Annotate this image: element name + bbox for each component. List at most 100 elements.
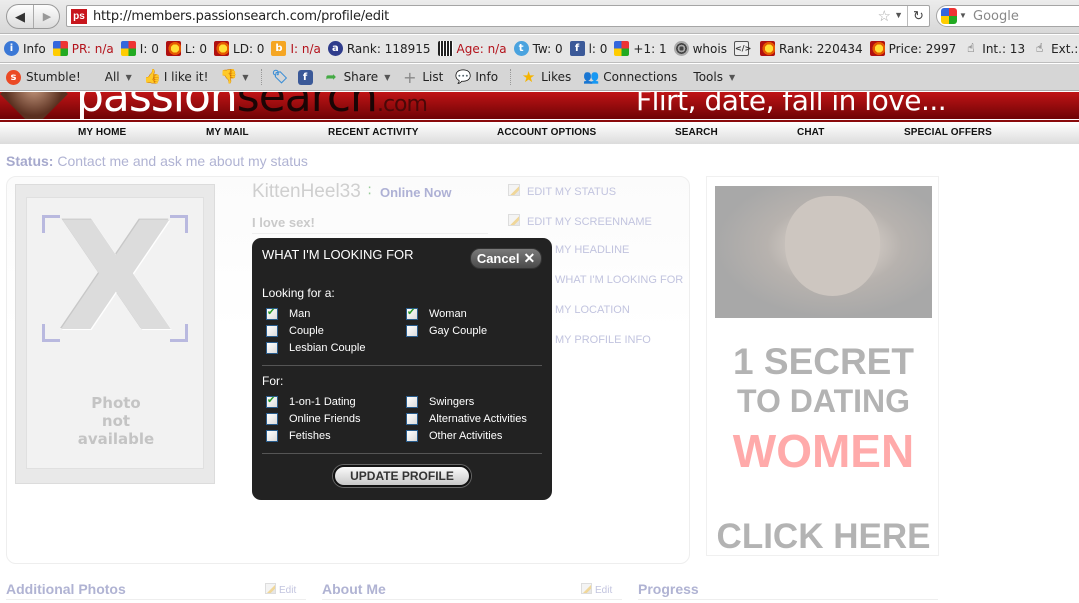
my-profile-info-link[interactable]: MY PROFILE INFO [555, 334, 651, 346]
info-button[interactable]: 💬 Info [455, 70, 498, 85]
google-icon[interactable] [941, 8, 957, 24]
update-profile-button[interactable]: UPDATE PROFILE [333, 465, 471, 487]
share-button[interactable]: ➦ Share ▼ [324, 70, 391, 85]
checkbox-label: Alternative Activities [429, 413, 527, 425]
checkbox[interactable] [406, 396, 418, 408]
ad-face-image [785, 196, 880, 296]
my-location-link[interactable]: MY LOCATION [555, 304, 630, 316]
what-im-looking-for-link[interactable]: WHAT I'M LOOKING FOR [555, 274, 683, 286]
seo-item-label: +1: 1 [633, 41, 667, 56]
seo-item[interactable]: LD: 0 [214, 41, 264, 56]
checkbox-gay-couple[interactable]: Gay Couple [406, 325, 487, 337]
seo-item-label: Int.: 13 [982, 41, 1026, 56]
checkbox[interactable] [406, 325, 418, 337]
list-button[interactable]: + List [402, 67, 444, 87]
caret-down-icon: ▼ [125, 72, 132, 82]
url-dropdown-icon[interactable]: ▼ [894, 10, 903, 20]
checkbox[interactable] [406, 430, 418, 442]
checkbox-couple[interactable]: Couple [266, 325, 324, 337]
cancel-button[interactable]: Cancel ✕ [470, 248, 542, 269]
my-headline-link[interactable]: MY HEADLINE [555, 244, 629, 256]
checkbox[interactable] [266, 307, 278, 320]
nav-my-mail[interactable]: MY MAIL [206, 127, 249, 138]
looking-for-label: Looking for a: [262, 286, 335, 300]
url-text[interactable]: http://members.passionsearch.com/profile… [93, 9, 389, 24]
google-icon [52, 41, 68, 56]
seo-item-label: Age: n/a [456, 41, 507, 56]
checkbox[interactable] [406, 413, 418, 425]
checkbox[interactable] [266, 395, 278, 408]
stumble-button[interactable]: s Stumble! [6, 69, 81, 85]
seo-item[interactable]: I: 0 [120, 41, 159, 56]
seo-item[interactable]: Price: 2997 [869, 41, 956, 56]
search-bar[interactable]: ▼ Google [936, 5, 1079, 27]
plus-icon: + [403, 67, 417, 87]
checkbox-alternative-activities[interactable]: Alternative Activities [406, 413, 527, 425]
seo-item[interactable]: Age: n/a [437, 41, 507, 56]
checkbox-online-friends[interactable]: Online Friends [266, 413, 361, 425]
checkbox[interactable] [266, 430, 278, 442]
seo-item[interactable]: i Info [4, 41, 46, 56]
nav-account-options[interactable]: ACCOUNT OPTIONS [497, 127, 596, 138]
forward-button[interactable]: ▶ [35, 5, 59, 28]
seo-item[interactable]: ☝ Int.: 13 [963, 41, 1025, 56]
checkbox[interactable] [266, 413, 278, 425]
seo-item[interactable]: whois [673, 41, 727, 56]
seo-item[interactable]: ☝ Ext.: 38 [1032, 41, 1079, 56]
all-dropdown[interactable]: All ▼ [105, 70, 132, 84]
photo-placeholder: X Photo not available [26, 197, 204, 469]
nav-special-offers[interactable]: SPECIAL OFFERS [904, 127, 992, 138]
seo-item[interactable]: PR: n/a [52, 41, 114, 56]
seo-item[interactable]: f l: 0 [569, 41, 607, 56]
seo-item[interactable]: a Rank: 118915 [327, 41, 431, 56]
seo-item[interactable]: +1: 1 [614, 41, 667, 56]
checkbox-other-activities[interactable]: Other Activities [406, 430, 502, 442]
checkbox-woman[interactable]: Woman [406, 307, 467, 320]
facebook-share-button[interactable]: f [297, 69, 318, 85]
share-icon: ➦ [325, 69, 337, 85]
bookmark-star-icon[interactable]: ☆ [878, 7, 891, 25]
no-photo-x-icon: X [58, 191, 174, 365]
like-button[interactable]: 👍 I like it! [144, 69, 209, 85]
logo-text-search: search [236, 92, 378, 119]
additional-photos-edit-link[interactable]: Edit [265, 583, 296, 596]
seo-item[interactable]: L: 0 [165, 41, 207, 56]
likes-button[interactable]: ★ Likes [521, 69, 571, 85]
about-me-edit-link[interactable]: Edit [581, 583, 612, 596]
checkbox-swingers[interactable]: Swingers [406, 396, 474, 408]
url-bar[interactable]: ps http://members.passionsearch.com/prof… [66, 5, 930, 27]
connections-button[interactable]: 👥 Connections [583, 70, 677, 85]
seo-item[interactable]: </> [733, 41, 753, 56]
checkbox[interactable] [266, 342, 278, 354]
checkbox-1on1-dating[interactable]: 1-on-1 Dating [266, 395, 356, 408]
nav-recent-activity[interactable]: RECENT ACTIVITY [328, 127, 419, 138]
edit-my-status-link[interactable]: EDIT MY STATUS [508, 184, 616, 198]
search-engine-dropdown-icon[interactable]: ▼ [959, 11, 967, 20]
tag-icon: 🏷 [271, 69, 289, 85]
dislike-button[interactable]: 👎 ▼ [220, 69, 248, 85]
logo-heart-image[interactable] [0, 92, 68, 119]
tools-dropdown[interactable]: Tools ▼ [693, 70, 735, 84]
checkbox-lesbian-couple[interactable]: Lesbian Couple [266, 342, 365, 354]
nav-chat[interactable]: CHAT [797, 127, 824, 138]
seo-item[interactable]: Rank: 220434 [759, 41, 863, 56]
checkbox-label: Gay Couple [429, 325, 488, 337]
checkbox-fetishes[interactable]: Fetishes [266, 430, 331, 442]
tag-button[interactable]: 🏷 [272, 70, 292, 85]
seo-item[interactable]: t Tw: 0 [513, 41, 563, 56]
back-button[interactable]: ◀ [7, 5, 34, 28]
nav-my-home[interactable]: MY HOME [78, 127, 126, 138]
checkbox[interactable] [406, 307, 418, 320]
list-label: List [422, 70, 444, 84]
profile-photo[interactable]: X Photo not available [15, 184, 215, 484]
ad-click-here[interactable]: CLICK HERE [707, 517, 940, 557]
reload-button[interactable]: ↻ [907, 6, 929, 26]
checkbox-man[interactable]: Man [266, 307, 310, 320]
seo-item[interactable]: b I: n/a [271, 41, 321, 56]
site-logo[interactable]: passionsearch.com [76, 92, 428, 119]
edit-my-screenname-link[interactable]: EDIT MY SCREENNAME [508, 214, 652, 228]
checkbox-label: 1-on-1 Dating [289, 396, 356, 408]
dating-ad-banner[interactable]: 1 SECRET TO DATING WOMEN CLICK HERE [706, 176, 939, 556]
checkbox[interactable] [266, 325, 278, 337]
nav-search[interactable]: SEARCH [675, 127, 718, 138]
